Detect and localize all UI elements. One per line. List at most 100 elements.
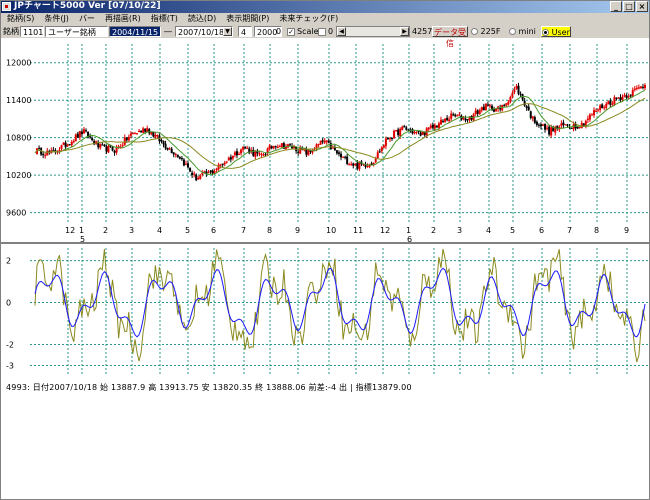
radio-mini-label: mini — [518, 27, 536, 36]
candle-body — [382, 145, 385, 148]
candle-body — [182, 159, 185, 166]
candle-body — [325, 140, 328, 142]
candle-body — [599, 105, 602, 110]
radio-225f[interactable]: 225F — [471, 26, 500, 37]
candle-body — [129, 133, 132, 136]
candle-body — [111, 146, 114, 151]
month-tick-label: 8 — [594, 226, 599, 235]
candle-body — [356, 162, 359, 169]
candle-body — [142, 128, 145, 133]
year-label: 6 — [407, 235, 412, 244]
count-value: 4257 — [412, 27, 433, 36]
candle-body — [617, 97, 620, 99]
candle-body — [493, 109, 496, 112]
candle-body — [38, 147, 41, 149]
candle-body — [627, 96, 630, 98]
close-button[interactable]: × — [636, 1, 648, 12]
candle-body — [262, 154, 265, 156]
start-date-field[interactable]: 2004/11/15 — [109, 26, 161, 37]
candle-body — [527, 106, 530, 111]
chart-area: 12000 11400 10800 10200 9600 12 1 2 3 4 5 6 7 8 9 10 11 1… — [0, 38, 650, 380]
candle-body — [74, 134, 77, 142]
candle-body — [635, 87, 638, 89]
candle-body — [609, 100, 612, 105]
candle-body — [254, 151, 257, 157]
candles — [36, 82, 646, 182]
window-title: JPチャート5000 Ver [07/10/22] — [14, 1, 161, 11]
radio-user[interactable]: User — [541, 26, 571, 37]
code-input[interactable]: 1101 — [20, 26, 44, 37]
candle-body — [342, 156, 345, 158]
year-label: 5 — [80, 235, 85, 244]
candle-body — [411, 129, 414, 134]
candle-body — [278, 146, 281, 148]
candle-body — [289, 144, 292, 146]
candle-body — [168, 148, 171, 150]
candle-body — [78, 131, 81, 138]
candle-body — [337, 152, 340, 154]
candle-body — [99, 143, 102, 148]
month-tick-label: 2 — [431, 226, 436, 235]
candle-body — [523, 100, 526, 106]
candle-body — [566, 124, 569, 126]
candle-body — [166, 147, 169, 150]
param-3-value: 0 — [276, 27, 282, 36]
menu-symbol[interactable]: 銘柄(S) — [2, 13, 39, 25]
minimize-button[interactable]: _ — [610, 1, 622, 12]
candle-body — [515, 86, 518, 89]
chevron-left-icon[interactable]: ◀ — [337, 27, 346, 36]
candle-body — [133, 133, 136, 135]
candle-body — [72, 141, 75, 143]
candle-body — [176, 154, 179, 157]
scale-box[interactable] — [318, 26, 326, 37]
candle-body — [191, 172, 194, 176]
month-tick-label: 4 — [486, 226, 491, 235]
radio-mini[interactable]: mini — [509, 26, 536, 37]
end-date-value: 2007/10/18 — [178, 28, 225, 37]
maximize-button[interactable]: □ — [623, 1, 635, 12]
menu-load[interactable]: 読込(D) — [183, 13, 221, 25]
candle-body — [550, 127, 553, 136]
name-field[interactable]: ユーザー銘柄 — [45, 26, 108, 37]
candle-body — [319, 140, 322, 145]
candle-body — [484, 103, 487, 111]
horizontal-scrollbar[interactable]: ◀ ▶ — [336, 26, 410, 37]
scale-checkbox[interactable]: ✓ — [287, 26, 295, 37]
candle-body — [388, 138, 391, 140]
candle-body — [590, 114, 593, 116]
chevron-right-icon[interactable]: ▶ — [400, 27, 409, 36]
candle-body — [446, 117, 449, 121]
candle-body — [466, 119, 469, 121]
candle-body — [644, 85, 646, 89]
candle-body — [531, 116, 534, 119]
candle-body — [350, 164, 353, 166]
candle-body — [184, 163, 187, 165]
menu-display-period[interactable]: 表示期間(P) — [221, 13, 274, 25]
candle-body — [352, 163, 355, 166]
param-1-input[interactable]: 4 — [238, 26, 252, 37]
month-tick-label: 4 — [157, 226, 162, 235]
menu-bar-type[interactable]: バー — [74, 13, 100, 25]
radio-user-circle — [542, 29, 550, 36]
receive-data-button[interactable]: データ受信 — [432, 26, 468, 48]
chevron-down-icon[interactable]: ▼ — [223, 27, 232, 36]
candle-body — [384, 138, 387, 147]
month-tick-label: 10 — [326, 226, 336, 235]
candle-body — [639, 86, 642, 88]
candle-body — [539, 124, 542, 127]
candle-body — [227, 157, 230, 161]
candle-body — [578, 127, 581, 129]
menu-redraw[interactable]: 再描画(R) — [100, 13, 146, 25]
candle-body — [513, 89, 516, 93]
menu-future-check[interactable]: 未来チェック(F) — [274, 13, 343, 25]
menu-indicator[interactable]: 指標(T) — [146, 13, 183, 25]
end-date-select[interactable]: 2007/10/18 ▼ — [175, 26, 233, 37]
candle-body — [386, 137, 389, 140]
candle-body — [454, 114, 457, 117]
month-tick-label: 5 — [510, 226, 515, 235]
month-tick-label: 12 — [380, 226, 390, 235]
menu-condition[interactable]: 条件(J) — [39, 13, 74, 25]
candle-body — [64, 142, 67, 148]
candle-body — [160, 140, 163, 142]
scale-label: Scale — [297, 27, 319, 36]
